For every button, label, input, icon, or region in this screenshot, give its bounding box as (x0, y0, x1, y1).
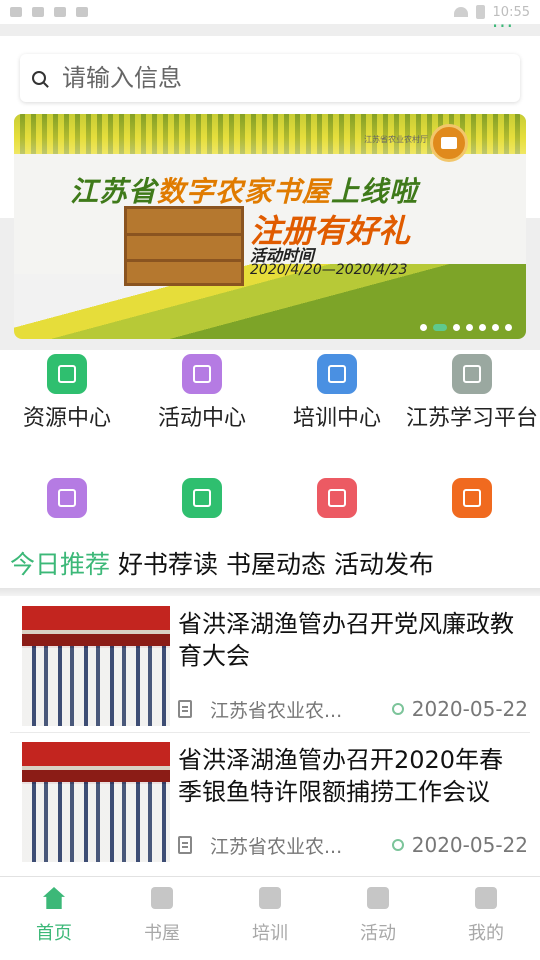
quick-link-label: 资源中心 (22, 406, 111, 431)
carousel-indicator (420, 324, 512, 331)
header-band (0, 24, 540, 36)
nav-label: 书屋 (144, 923, 180, 944)
nav-item-5[interactable]: 我的 (432, 877, 540, 960)
nav-label: 首页 (36, 923, 72, 944)
quick-link-item[interactable]: 活动中心 (135, 354, 269, 432)
graduation-icon (317, 354, 357, 394)
carousel-dot[interactable] (453, 324, 460, 331)
thumbnail-audience (22, 646, 170, 726)
bookmark-icon (317, 478, 357, 518)
notification-icon (32, 7, 44, 17)
quick-link-item[interactable]: 专题活动 (135, 478, 269, 530)
home-icon (43, 887, 65, 909)
tabs-divider (0, 588, 540, 596)
tab-2[interactable]: 好书荐读 (118, 545, 218, 581)
news-list: 省洪泽湖渔管办召开党风廉政教育大会 江苏省农业农... 2020-05-22 省洪泽湖… (0, 596, 540, 876)
banner-headline-prefix: 江苏省 (70, 175, 158, 208)
landscape-icon (452, 354, 492, 394)
thumbnail-audience (22, 782, 170, 862)
promo-banner[interactable]: 江苏省农业农村厅 江苏省数字农家书屋上线啦 注册有好礼 活动时间 2020/4/… (14, 114, 526, 339)
quick-link-item[interactable]: 学习强国 (405, 478, 539, 530)
carousel-dot[interactable] (479, 324, 486, 331)
tab-3[interactable]: 书屋动态 (226, 545, 326, 581)
nav-item-1[interactable]: 首页 (0, 877, 108, 960)
tab-1[interactable]: 今日推荐 (10, 545, 110, 581)
news-title: 省洪泽湖渔管办召开党风廉政教育大会 (178, 610, 514, 670)
document-icon (178, 836, 192, 854)
layers-icon (47, 478, 87, 518)
bookshelf-illustration (124, 206, 244, 286)
notification-icon (54, 7, 66, 17)
carousel-dot[interactable] (492, 324, 499, 331)
carousel-dot[interactable] (420, 324, 427, 331)
content-tabs: 今日推荐 好书荐读 书屋动态 活动发布 (0, 538, 540, 588)
news-thumbnail (22, 606, 170, 726)
search-bar[interactable] (20, 54, 520, 102)
book-logo-icon (430, 124, 468, 162)
news-date: 2020-05-22 (411, 833, 528, 857)
app-screen: 10:55 江苏省农业农村厅 江苏省数字农家书屋上线啦 注册有好礼 活动时间 2… (0, 0, 540, 960)
search-icon (32, 71, 46, 85)
nav-label: 活动 (360, 923, 396, 944)
quick-link-item[interactable]: 培训中心 (270, 354, 404, 432)
quick-link-item[interactable]: 资源中心 (0, 354, 134, 432)
quick-link-item[interactable]: 数字推荐 (0, 478, 134, 530)
battery-icon (475, 5, 485, 19)
banner-headline-highlight: 数字农家书屋 (157, 175, 332, 208)
clock-icon (391, 703, 404, 715)
nav-item-4[interactable]: 活动 (324, 877, 432, 960)
book-icon (151, 887, 173, 909)
banner-org: 江苏省农业农村厅 (364, 135, 428, 144)
quick-link-label: 培训中心 (292, 406, 381, 431)
carousel-dot[interactable] (466, 324, 473, 331)
user-icon (475, 887, 497, 909)
news-meta: 江苏省农业农... 2020-05-22 (178, 832, 528, 858)
news-source: 江苏省农业农... (209, 699, 343, 722)
news-meta: 江苏省农业农... 2020-05-22 (178, 696, 528, 722)
study-icon (452, 478, 492, 518)
news-source: 江苏省农业农... (209, 835, 343, 858)
thumbnail-banner (22, 742, 170, 766)
notification-icons (10, 7, 88, 17)
more-icon[interactable]: ··· (492, 14, 514, 38)
tab-4[interactable]: 活动发布 (334, 545, 434, 581)
news-item[interactable]: 省洪泽湖渔管办召开2020年春季银鱼特许限额捕捞工作会议江苏省农业农... 202… (0, 732, 540, 867)
quick-links-grid: 资源中心 活动中心 培训中心江苏学习平台数字推荐专题活动农家书屋学习强国 (0, 350, 540, 530)
banner-time-range: 2020/4/20—2020/4/23 (250, 262, 408, 278)
carousel-dot[interactable] (433, 324, 447, 331)
news-date: 2020-05-22 (411, 697, 528, 721)
thumbnail-banner (22, 606, 170, 630)
bottom-navigation: 首页 书屋 培训 活动 我的 (0, 876, 540, 960)
news-item[interactable]: 省洪泽湖渔管办召开党风廉政教育大会江苏省农业农... 2020-05-22 (0, 596, 540, 731)
search-input[interactable] (62, 64, 482, 92)
quick-link-item[interactable]: 江苏学习平台 (405, 354, 539, 432)
wifi-icon (453, 7, 468, 17)
nav-label: 我的 (468, 923, 504, 944)
status-bar: 10:55 (0, 0, 540, 24)
banner-headline: 江苏省数字农家书屋上线啦 (70, 170, 418, 210)
gift-icon (367, 887, 389, 909)
carousel-dot[interactable] (505, 324, 512, 331)
quick-link-item[interactable]: 农家书屋 (270, 478, 404, 530)
home-icon (182, 354, 222, 394)
nav-item-2[interactable]: 书屋 (108, 877, 216, 960)
quick-link-label: 江苏学习平台 (405, 406, 538, 431)
news-thumbnail (22, 742, 170, 862)
quick-link-label: 活动中心 (157, 406, 246, 431)
graduation-icon (259, 887, 281, 909)
notification-icon (76, 7, 88, 17)
clock-icon (391, 839, 404, 851)
nav-label: 培训 (252, 923, 288, 944)
notification-icon (10, 7, 22, 17)
book-icon (47, 354, 87, 394)
banner-headline-suffix: 上线啦 (331, 175, 419, 208)
nav-item-3[interactable]: 培训 (216, 877, 324, 960)
news-title: 省洪泽湖渔管办召开2020年春季银鱼特许限额捕捞工作会议 (178, 746, 504, 806)
id-card-icon (182, 478, 222, 518)
document-icon (178, 700, 192, 718)
